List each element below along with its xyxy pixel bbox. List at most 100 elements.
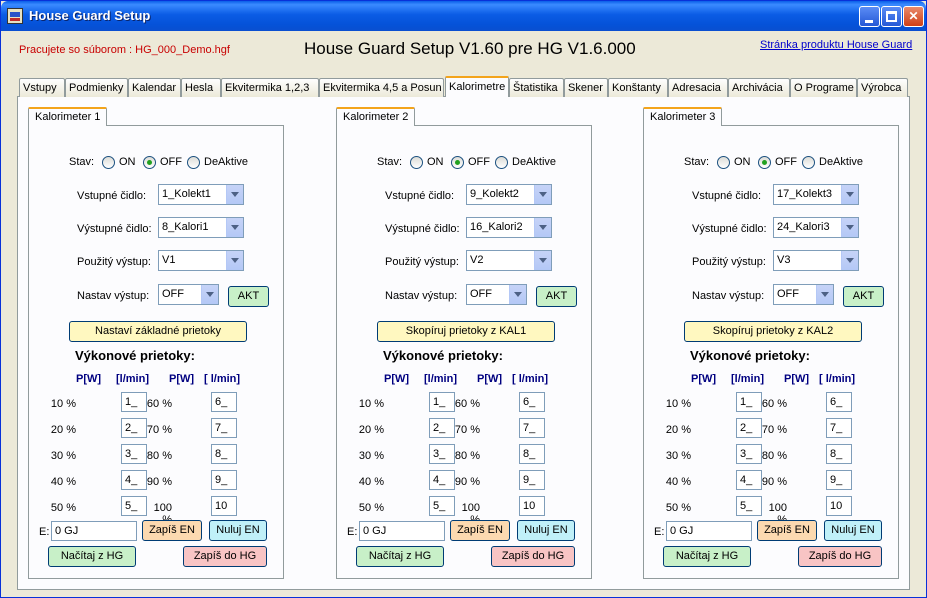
state-off-radio[interactable] [451, 156, 464, 169]
input-sensor-select[interactable]: 9_Kolekt2 [466, 184, 552, 205]
chevron-down-icon[interactable] [226, 185, 243, 204]
tab-vstupy[interactable]: Vstupy [19, 78, 65, 97]
maximize-button[interactable] [881, 6, 902, 27]
chevron-down-icon[interactable] [816, 285, 833, 304]
output-sensor-select[interactable]: 8_Kalori1 [158, 217, 244, 238]
flow-value-input[interactable]: 7_ [519, 418, 545, 438]
output-sensor-label: Výstupné čidlo: [77, 223, 152, 235]
flow-value-input[interactable]: 6_ [211, 392, 237, 412]
energy-field[interactable]: 0 GJ [359, 521, 445, 541]
input-sensor-select[interactable]: 1_Kolekt1 [158, 184, 244, 205]
zapis-do-hg-button[interactable]: Zapíš do HG [183, 546, 267, 567]
flow-value-input[interactable]: 9_ [211, 470, 237, 490]
flow-value-input[interactable]: 10 [519, 496, 545, 516]
used-output-select[interactable]: V1 [158, 250, 244, 271]
calorimeter-tab[interactable]: Kalorimeter 1 [28, 107, 108, 126]
nacitaj-button[interactable]: Načítaj z HG [356, 546, 444, 567]
zapis-do-hg-button[interactable]: Zapíš do HG [491, 546, 575, 567]
energy-field[interactable]: 0 GJ [51, 521, 137, 541]
nacitaj-button[interactable]: Načítaj z HG [663, 546, 751, 567]
close-button[interactable]: ✕ [903, 6, 924, 27]
minimize-button[interactable] [859, 6, 880, 27]
nacitaj-button[interactable]: Načítaj z HG [48, 546, 136, 567]
flow-value-input[interactable]: 10 [211, 496, 237, 516]
chevron-down-icon[interactable] [534, 218, 551, 237]
state-deaktive-radio[interactable] [495, 156, 508, 169]
akt-button[interactable]: AKT [843, 286, 884, 307]
set-output-label: Nastav výstup: [385, 290, 458, 302]
nuluj-en-button[interactable]: Nuluj EN [824, 520, 882, 541]
input-sensor-select[interactable]: 17_Kolekt3 [773, 184, 859, 205]
tab-kalorimetre[interactable]: Kalorimetre [445, 76, 509, 97]
chevron-down-icon[interactable] [226, 218, 243, 237]
akt-button[interactable]: AKT [228, 286, 269, 307]
used-output-select[interactable]: V3 [773, 250, 859, 271]
flow-percent-label: 60 % [146, 398, 172, 410]
calorimeter-tab[interactable]: Kalorimeter 3 [643, 107, 723, 126]
flow-percent-label: 90 % [761, 476, 787, 488]
tab-archivacia[interactable]: Archivácia [728, 78, 790, 97]
tab-podmienky[interactable]: Podmienky [65, 78, 128, 97]
chevron-down-icon[interactable] [201, 285, 218, 304]
chevron-down-icon[interactable] [534, 185, 551, 204]
state-on-radio[interactable] [717, 156, 730, 169]
zapis-en-button[interactable]: Zapíš EN [450, 520, 510, 541]
zapis-do-hg-button[interactable]: Zapíš do HG [798, 546, 882, 567]
chevron-down-icon[interactable] [534, 251, 551, 270]
state-deaktive-radio[interactable] [187, 156, 200, 169]
tab-hesla[interactable]: Hesla [181, 78, 221, 97]
tab-o-programe[interactable]: O Programe [790, 78, 857, 97]
nuluj-en-button[interactable]: Nuluj EN [209, 520, 267, 541]
chevron-down-icon[interactable] [226, 251, 243, 270]
tab-kalendar[interactable]: Kalendar [128, 78, 181, 97]
state-deaktive-radio[interactable] [802, 156, 815, 169]
flow-value-input[interactable]: 7_ [211, 418, 237, 438]
flow-action-button[interactable]: Skopíruj prietoky z KAL1 [377, 321, 555, 342]
state-on-radio[interactable] [410, 156, 423, 169]
flow-percent-label: 20 % [665, 424, 691, 436]
tab-konstanty[interactable]: Konštanty [608, 78, 668, 97]
used-output-select[interactable]: V2 [466, 250, 552, 271]
flow-value-input[interactable]: 8_ [826, 444, 852, 464]
chevron-down-icon[interactable] [841, 185, 858, 204]
flow-heading: Výkonové prietoky: [690, 348, 810, 363]
chevron-down-icon[interactable] [509, 285, 526, 304]
flow-value-input[interactable]: 10 [826, 496, 852, 516]
flow-action-button[interactable]: Skopíruj prietoky z KAL2 [684, 321, 862, 342]
tab-adresacia[interactable]: Adresacia [668, 78, 728, 97]
title-bar[interactable]: House Guard Setup ✕ [1, 1, 926, 31]
input-sensor-value: 9_Kolekt2 [470, 188, 519, 200]
flow-value-input[interactable]: 8_ [211, 444, 237, 464]
zapis-en-button[interactable]: Zapíš EN [757, 520, 817, 541]
set-output-select[interactable]: OFF [773, 284, 834, 305]
chevron-down-icon[interactable] [841, 251, 858, 270]
flow-percent-label: 60 % [454, 398, 480, 410]
flow-percent-label: 70 % [146, 424, 172, 436]
state-on-radio[interactable] [102, 156, 115, 169]
set-output-select[interactable]: OFF [158, 284, 219, 305]
nuluj-en-button[interactable]: Nuluj EN [517, 520, 575, 541]
state-off-radio[interactable] [758, 156, 771, 169]
zapis-en-button[interactable]: Zapíš EN [142, 520, 202, 541]
tab-skener[interactable]: Skener [564, 78, 608, 97]
flow-value-input[interactable]: 6_ [519, 392, 545, 412]
output-sensor-select[interactable]: 16_Kalori2 [466, 217, 552, 238]
flow-value-input[interactable]: 9_ [519, 470, 545, 490]
flow-value-input[interactable]: 6_ [826, 392, 852, 412]
state-off-radio[interactable] [143, 156, 156, 169]
energy-field[interactable]: 0 GJ [666, 521, 752, 541]
product-link[interactable]: Stránka produktu House Guard [760, 39, 912, 51]
flow-value-input[interactable]: 7_ [826, 418, 852, 438]
tab-ekvitermika-123[interactable]: Ekvitermika 1,2,3 [221, 78, 319, 97]
tab-statistika[interactable]: Štatistika [509, 78, 564, 97]
tab-ekvitermika-45[interactable]: Ekvitermika 4,5 a Posun [319, 78, 444, 97]
chevron-down-icon[interactable] [841, 218, 858, 237]
akt-button[interactable]: AKT [536, 286, 577, 307]
flow-value-input[interactable]: 9_ [826, 470, 852, 490]
tab-vyrobca[interactable]: Výrobca [857, 78, 908, 97]
set-output-select[interactable]: OFF [466, 284, 527, 305]
output-sensor-select[interactable]: 24_Kalori3 [773, 217, 859, 238]
calorimeter-tab[interactable]: Kalorimeter 2 [336, 107, 416, 126]
flow-value-input[interactable]: 8_ [519, 444, 545, 464]
flow-action-button[interactable]: Nastaví základné prietoky [69, 321, 247, 342]
